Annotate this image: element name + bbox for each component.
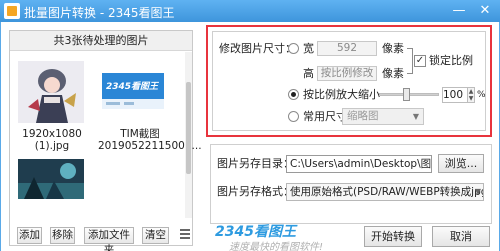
scale-input[interactable]: 100 bbox=[442, 87, 468, 103]
output-settings-group: 图片另存目录： C:\Users\admin\Desktop\图片\ 浏览...… bbox=[210, 144, 492, 224]
ratio-link-bracket bbox=[407, 48, 413, 74]
resize-label: 修改图片尺寸： bbox=[219, 42, 296, 55]
width-label: 宽 bbox=[303, 42, 314, 55]
thumbnail-2[interactable]: 2345看图王 bbox=[102, 73, 164, 109]
start-convert-button[interactable]: 开始转换 bbox=[364, 226, 422, 247]
output-dir-label: 图片另存目录： bbox=[217, 157, 294, 170]
remove-button[interactable]: 移除 bbox=[50, 227, 75, 244]
chevron-down-icon: ▼ bbox=[474, 187, 481, 196]
list-view-icon[interactable] bbox=[180, 229, 190, 241]
scale-spin-buttons[interactable]: ▲ ▼ bbox=[467, 87, 475, 103]
title-bar: 批量图片转换 - 2345看图王 — ✕ bbox=[0, 0, 500, 22]
file-list-header: 共3张待处理的图片 bbox=[10, 31, 192, 51]
browse-button[interactable]: 浏览... bbox=[438, 154, 484, 173]
clear-button[interactable]: 清空 bbox=[142, 227, 169, 244]
thumbnail-1[interactable] bbox=[18, 61, 84, 123]
common-size-value: 缩略图 bbox=[347, 110, 379, 122]
add-folder-button[interactable]: 添加文件夹 bbox=[84, 227, 134, 251]
minimize-button[interactable]: — bbox=[448, 2, 470, 20]
resize-settings-group: 修改图片尺寸： 宽 592 像素 高 按比例修改 像素 ✓ 锁定比例 按比例放大… bbox=[212, 31, 486, 131]
resize-settings-highlight: 修改图片尺寸： 宽 592 像素 高 按比例修改 像素 ✓ 锁定比例 按比例放大… bbox=[206, 25, 492, 137]
brand-watermark: 2345看图王 速度最快的看图软件! bbox=[211, 221, 351, 251]
output-format-label: 图片另存格式： bbox=[217, 185, 294, 198]
lock-ratio-checkbox[interactable]: ✓ bbox=[414, 55, 426, 67]
common-size-label: 常用尺寸 bbox=[303, 110, 347, 123]
output-dir-input[interactable]: C:\Users\admin\Desktop\图片\ bbox=[286, 155, 432, 173]
scale-radio[interactable] bbox=[288, 89, 299, 100]
height-label: 高 bbox=[303, 67, 314, 80]
lock-ratio-label: 锁定比例 bbox=[429, 54, 473, 67]
window-title: 批量图片转换 - 2345看图王 bbox=[24, 6, 175, 20]
close-button[interactable]: ✕ bbox=[474, 2, 496, 20]
anime-figure-image bbox=[18, 61, 84, 123]
scrollbar-thumb[interactable] bbox=[186, 82, 191, 174]
app-icon bbox=[4, 3, 20, 19]
height-input[interactable]: 按比例修改 bbox=[317, 66, 377, 81]
thumbnail-2-caption-line2: 20190522115005... bbox=[98, 140, 202, 152]
thumbnail-3[interactable] bbox=[18, 159, 84, 199]
game-scene-image bbox=[18, 159, 84, 199]
output-format-select[interactable]: 使用原始格式(PSD/RAW/WEBP转换成jpg) ▼ bbox=[286, 183, 484, 201]
chevron-down-icon: ▼ bbox=[412, 112, 420, 121]
thumbnail-2-caption: TIM截图 bbox=[120, 128, 160, 140]
thumbnail-1-caption: 1920x1080 (1).jpg bbox=[22, 128, 82, 152]
common-size-radio[interactable] bbox=[288, 111, 299, 122]
add-button[interactable]: 添加 bbox=[17, 227, 42, 244]
scale-unit: % bbox=[477, 90, 486, 100]
height-unit: 像素 bbox=[382, 67, 404, 80]
width-input[interactable]: 592 bbox=[317, 41, 377, 56]
width-unit: 像素 bbox=[382, 42, 404, 55]
brand-slogan: 速度最快的看图软件! bbox=[229, 242, 324, 251]
scale-label: 按比例放大缩小 bbox=[303, 88, 380, 101]
file-list-scrollbar[interactable] bbox=[185, 52, 192, 218]
dialog-body: 共3张待处理的图片 1920x1080 (1).jpg 2345看图王 TIM截… bbox=[1, 22, 499, 251]
file-list-panel: 共3张待处理的图片 1920x1080 (1).jpg 2345看图王 TIM截… bbox=[9, 30, 202, 251]
common-size-select[interactable]: 缩略图 ▼ bbox=[342, 108, 424, 125]
thumbnail-2-logo: 2345看图王 bbox=[106, 82, 159, 92]
width-radio[interactable] bbox=[288, 43, 299, 54]
output-format-value: 使用原始格式(PSD/RAW/WEBP转换成jpg) bbox=[290, 186, 484, 198]
scale-slider-thumb[interactable] bbox=[403, 88, 410, 101]
cancel-button[interactable]: 取消 bbox=[432, 226, 490, 247]
